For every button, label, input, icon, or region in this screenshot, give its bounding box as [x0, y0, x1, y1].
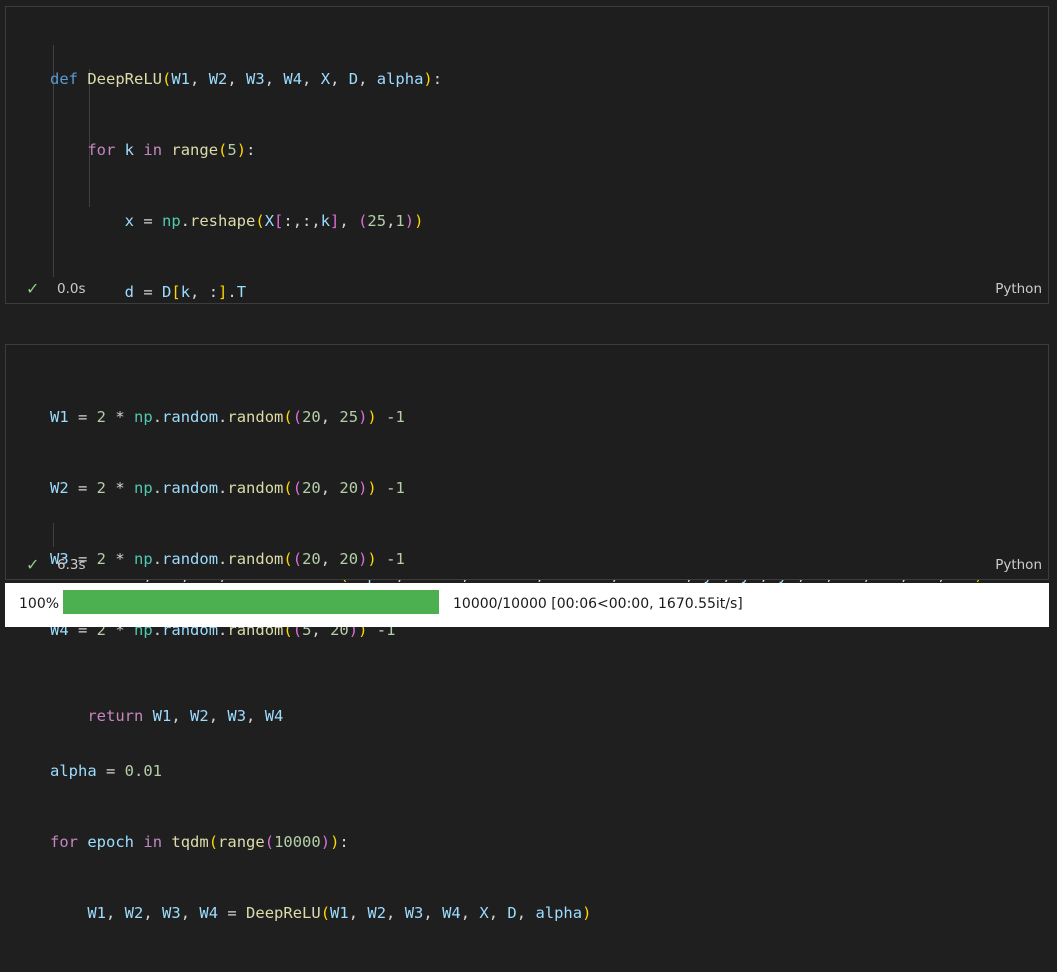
code-line: W2 = 2 * np.random.random((20, 20)) -1: [50, 478, 405, 497]
cell-status-bar: ✓ 0.0s Python: [6, 275, 1048, 303]
cell-status-bar: ✓ 6.3s Python: [6, 551, 1048, 579]
code-line: W1, W2, W3, W4 = DeepReLU(W1, W2, W3, W4…: [87, 903, 592, 922]
progress-stats: 10000/10000 [00:06<00:00, 1670.55it/s]: [453, 596, 743, 612]
progress-bar-fill: [63, 590, 439, 614]
code-line: x = np.reshape(X[:,:,k], (25,1)): [124, 211, 424, 230]
code-line: W1 = 2 * np.random.random((20, 25)) -1: [50, 408, 405, 427]
progress-bar: [63, 590, 439, 614]
check-icon: ✓: [26, 279, 40, 298]
code-line: for epoch in tqdm(range(10000)):: [50, 832, 349, 851]
execution-time: 6.3s: [57, 557, 86, 573]
check-icon: ✓: [26, 555, 40, 574]
code-line: def DeepReLU(W1, W2, W3, W4, X, D, alpha…: [50, 70, 443, 89]
progress-percent: 100%: [19, 596, 60, 612]
code-cell-2[interactable]: W1 = 2 * np.random.random((20, 25)) -1 W…: [5, 344, 1049, 922]
language-label[interactable]: Python: [995, 557, 1042, 573]
execution-time: 0.0s: [57, 281, 86, 297]
language-label[interactable]: Python: [995, 281, 1042, 297]
cell-output: 100% 10000/10000 [00:06<00:00, 1670.55it…: [5, 583, 1049, 627]
code-line: alpha = 0.01: [50, 762, 162, 781]
code-line: for k in range(5):: [87, 140, 256, 159]
code-editor[interactable]: W1 = 2 * np.random.random((20, 25)) -1 W…: [50, 359, 1038, 972]
code-cell-1[interactable]: def DeepReLU(W1, W2, W3, W4, X, D, alpha…: [5, 6, 1049, 725]
